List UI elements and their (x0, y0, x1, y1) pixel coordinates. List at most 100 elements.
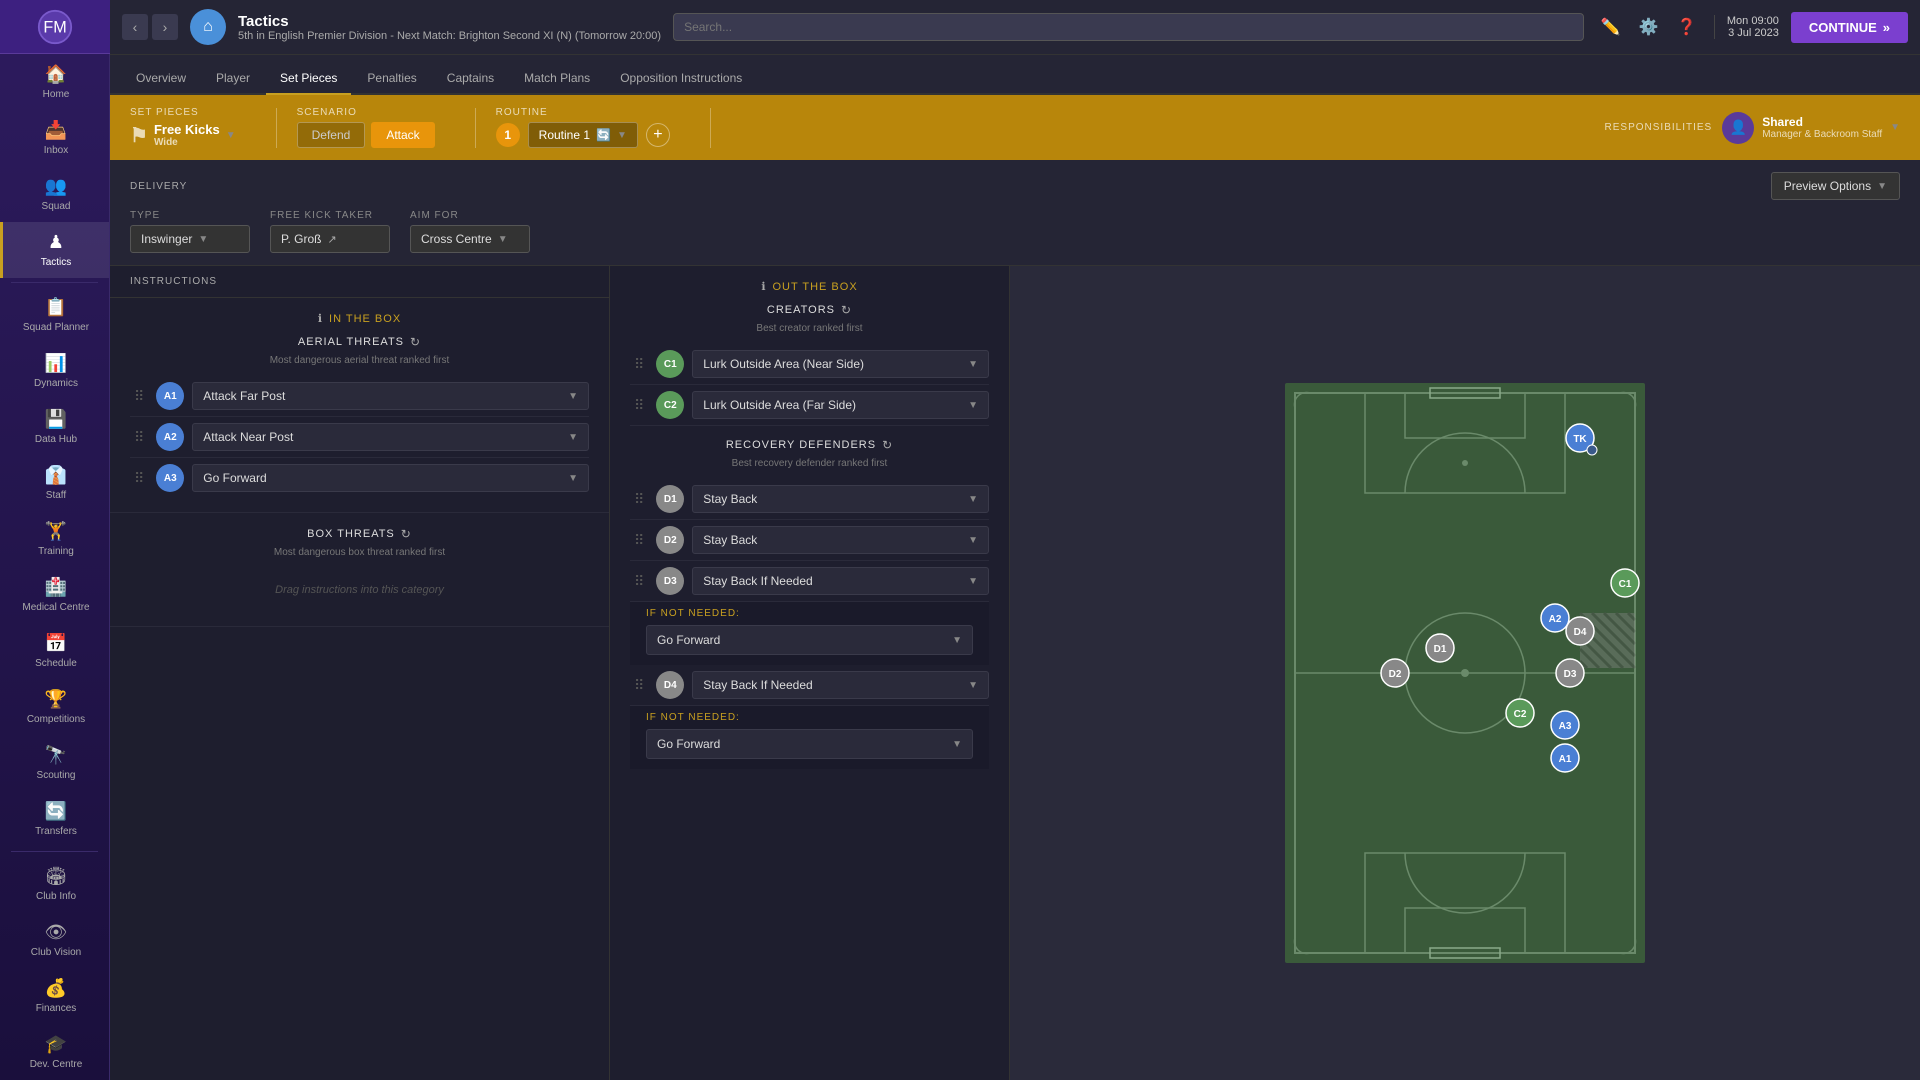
aerial-threats-refresh-icon[interactable]: ↻ (410, 335, 421, 349)
svg-text:C2: C2 (1514, 709, 1527, 720)
type-select[interactable]: Inswinger ▼ (130, 225, 250, 253)
scenario-defend-button[interactable]: Defend (297, 122, 366, 148)
tab-captains[interactable]: Captains (433, 63, 508, 95)
svg-text:D1: D1 (1434, 644, 1447, 655)
box-threats-section: BOX THREATS ↻ Most dangerous box threat … (110, 513, 609, 627)
help-icon-button[interactable]: ❓ (1672, 12, 1702, 42)
sidebar-item-tactics[interactable]: ♟ Tactics (0, 222, 109, 278)
drag-handle-d3[interactable]: ⠿ (630, 573, 648, 590)
sidebar-logo[interactable]: FM (0, 0, 110, 54)
search-input[interactable] (673, 13, 1584, 41)
nav-forward-button[interactable]: › (152, 14, 178, 40)
a3-chevron-icon: ▼ (568, 473, 578, 484)
tab-player[interactable]: Player (202, 63, 264, 95)
sidebar-item-staff[interactable]: 👔 Staff (0, 455, 109, 511)
inst-select-c1[interactable]: Lurk Outside Area (Near Side) ▼ (692, 350, 989, 378)
edit-icon-button[interactable]: ✏️ (1596, 12, 1626, 42)
sidebar-item-data-hub[interactable]: 💾 Data Hub (0, 399, 109, 455)
tab-set-pieces[interactable]: Set Pieces (266, 63, 351, 95)
tab-opposition[interactable]: Opposition Instructions (606, 63, 756, 95)
sidebar-item-medical[interactable]: 🏥 Medical Centre (0, 567, 109, 623)
taker-value: P. Groß (281, 232, 321, 246)
d3-if-not-select[interactable]: Go Forward ▼ (646, 625, 973, 655)
drag-handle-a2[interactable]: ⠿ (130, 429, 148, 446)
settings-icon-button[interactable]: ⚙️ (1634, 12, 1664, 42)
badge-d4: D4 (656, 671, 684, 699)
svg-text:D3: D3 (1564, 669, 1577, 680)
sidebar-item-inbox[interactable]: 📥 Inbox (0, 110, 109, 166)
drag-handle-c2[interactable]: ⠿ (630, 397, 648, 414)
inst-select-a3[interactable]: Go Forward ▼ (192, 464, 589, 492)
sidebar-item-finances[interactable]: 💰 Finances (0, 968, 109, 1024)
d3-if-not-label: IF NOT NEEDED: (646, 608, 973, 619)
tab-penalties[interactable]: Penalties (353, 63, 430, 95)
sidebar-item-club-vision[interactable]: 👁 Club Vision (0, 912, 109, 968)
svg-text:D4: D4 (1574, 627, 1587, 638)
sidebar-item-dev-centre[interactable]: 🎓 Dev. Centre (0, 1024, 109, 1080)
tab-overview[interactable]: Overview (122, 63, 200, 95)
home-button[interactable]: ⌂ (190, 9, 226, 45)
badge-a1: A1 (156, 382, 184, 410)
box-threats-refresh-icon[interactable]: ↻ (401, 527, 412, 541)
drag-handle-a1[interactable]: ⠿ (130, 388, 148, 405)
sidebar-item-scouting[interactable]: 🔭 Scouting (0, 735, 109, 791)
type-dropdown-icon: ▼ (198, 234, 208, 245)
inst-select-a1[interactable]: Attack Far Post ▼ (192, 382, 589, 410)
inst-select-c2[interactable]: Lurk Outside Area (Far Side) ▼ (692, 391, 989, 419)
inst-select-d2[interactable]: Stay Back ▼ (692, 526, 989, 554)
responsibilities-avatar: 👤 (1722, 112, 1754, 144)
home-icon: 🏠 (45, 64, 67, 85)
drag-handle-d1[interactable]: ⠿ (630, 491, 648, 508)
sidebar-item-training[interactable]: 🏋 Training (0, 511, 109, 567)
creators-refresh-icon[interactable]: ↻ (841, 303, 852, 317)
box-threats-title: BOX THREATS ↻ (130, 527, 589, 541)
taker-select[interactable]: P. Groß ↗ (270, 225, 390, 253)
drag-handle-a3[interactable]: ⠿ (130, 470, 148, 487)
routine-selector[interactable]: Routine 1 🔄 ▼ (528, 122, 638, 148)
d4-if-not-select[interactable]: Go Forward ▼ (646, 729, 973, 759)
inst-select-d3[interactable]: Stay Back If Needed ▼ (692, 567, 989, 595)
instructions-area: INSTRUCTIONS ℹ IN THE BOX AERIAL THREATS… (110, 266, 1920, 1080)
sidebar-item-squad-planner[interactable]: 📋 Squad Planner (0, 287, 109, 343)
continue-button[interactable]: CONTINUE » (1791, 12, 1908, 43)
add-routine-button[interactable]: + (646, 123, 670, 147)
sidebar-item-home[interactable]: 🏠 Home (0, 54, 109, 110)
staff-icon: 👔 (45, 465, 67, 486)
out-box-content: ℹ OUT THE BOX CREATORS ↻ Best creator ra… (610, 266, 1009, 783)
routine-dropdown-icon: ▼ (617, 130, 627, 141)
sidebar-item-club-info[interactable]: 🏟 Club Info (0, 856, 109, 912)
preview-options-dropdown-icon: ▼ (1877, 181, 1887, 192)
club-vision-icon: 👁 (45, 922, 68, 943)
d4-chevron-icon: ▼ (968, 680, 978, 691)
sidebar-item-dynamics[interactable]: 📊 Dynamics (0, 343, 109, 399)
badge-a3: A3 (156, 464, 184, 492)
nav-back-button[interactable]: ‹ (122, 14, 148, 40)
sp-section-scenario: SCENARIO Defend Attack (297, 107, 455, 148)
responsibilities-section: RESPONSIBILITIES 👤 Shared Manager & Back… (1605, 112, 1900, 144)
sidebar-item-competitions[interactable]: 🏆 Competitions (0, 679, 109, 735)
creators-title: CREATORS ↻ (630, 303, 989, 317)
recovery-row-d2: ⠿ D2 Stay Back ▼ (630, 520, 989, 561)
drag-handle-c1[interactable]: ⠿ (630, 356, 648, 373)
scenario-attack-button[interactable]: Attack (371, 122, 434, 148)
continue-arrow-icon: » (1883, 20, 1890, 35)
delivery-type-group: TYPE Inswinger ▼ (130, 210, 250, 253)
tab-bar: Overview Player Set Pieces Penalties Cap… (110, 55, 1920, 95)
d4-if-not-dropdown-icon: ▼ (952, 739, 962, 750)
sidebar-item-squad[interactable]: 👥 Squad (0, 166, 109, 222)
aim-select[interactable]: Cross Centre ▼ (410, 225, 530, 253)
inst-select-a2[interactable]: Attack Near Post ▼ (192, 423, 589, 451)
svg-text:A1: A1 (1559, 754, 1572, 765)
sidebar-item-transfers[interactable]: 🔄 Transfers (0, 791, 109, 847)
drag-handle-d2[interactable]: ⠿ (630, 532, 648, 549)
free-kicks-dropdown-icon: ▼ (226, 130, 236, 141)
sp-divider-1 (276, 108, 277, 148)
sidebar-item-schedule[interactable]: 📅 Schedule (0, 623, 109, 679)
drag-handle-d4[interactable]: ⠿ (630, 677, 648, 694)
recovery-defenders-refresh-icon[interactable]: ↻ (882, 438, 893, 452)
preview-options-button[interactable]: Preview Options ▼ (1771, 172, 1900, 200)
tab-match-plans[interactable]: Match Plans (510, 63, 604, 95)
inst-select-d1[interactable]: Stay Back ▼ (692, 485, 989, 513)
inst-select-d4[interactable]: Stay Back If Needed ▼ (692, 671, 989, 699)
aim-label: AIM FOR (410, 210, 530, 221)
